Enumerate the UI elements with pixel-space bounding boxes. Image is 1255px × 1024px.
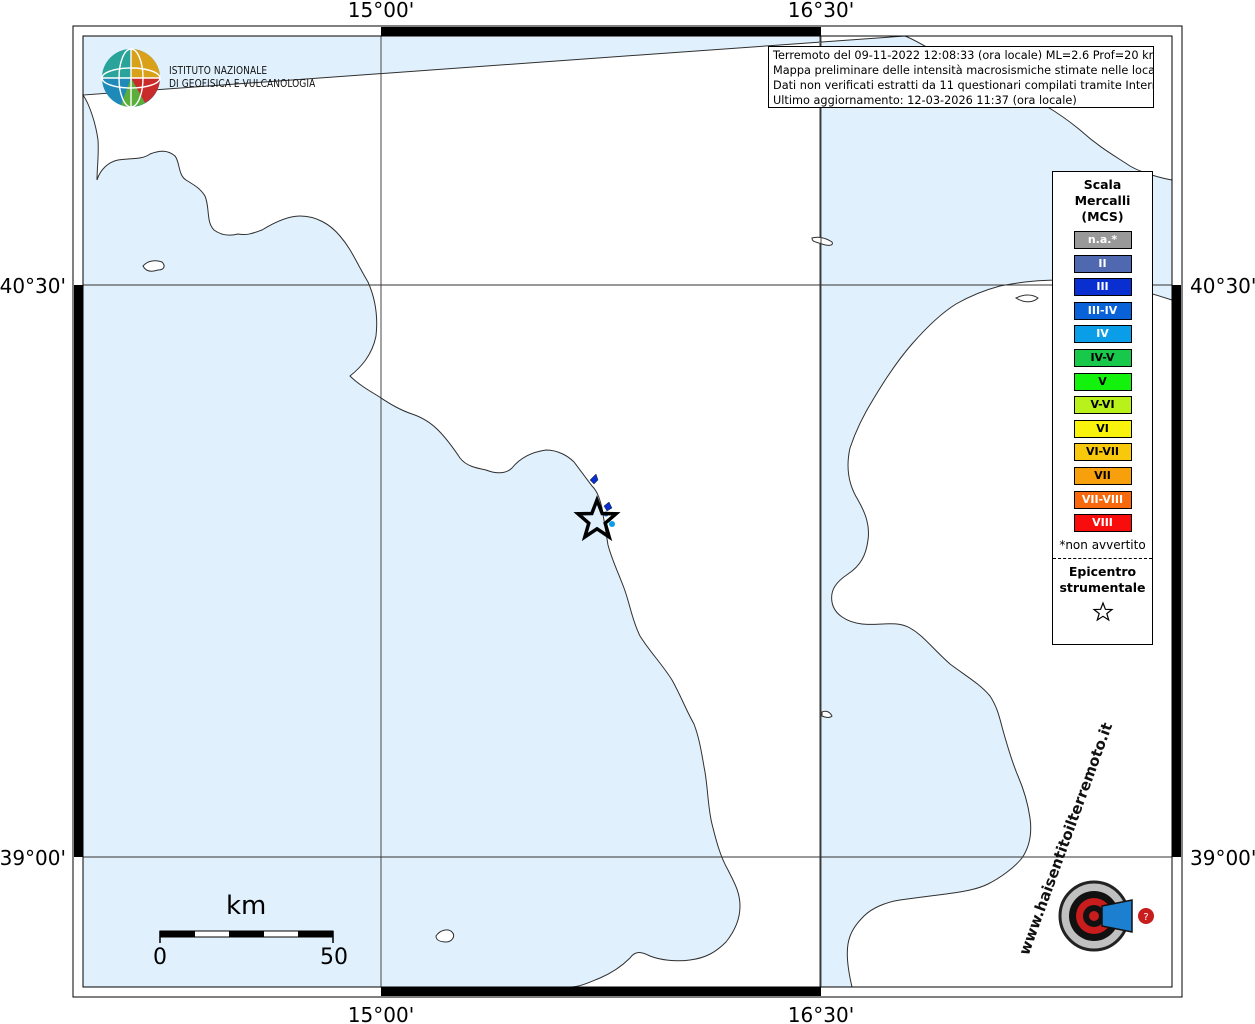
lat-label-right-2: 39°00' [1190, 846, 1255, 870]
legend-items: n.a.* II III III-IV IV IV-V V V-VI VI VI-VII VII VI… [1053, 231, 1152, 533]
legend-item: IV [1073, 325, 1132, 344]
logo-line-2: DI GEOFISICA E VULCANOLOGIA [169, 77, 316, 90]
svg-text:?: ? [1143, 912, 1148, 923]
scale-unit-label: km [226, 891, 267, 921]
scale-max-label: 50 [320, 945, 348, 970]
lat-label-left-2: 39°00' [0, 846, 66, 870]
event-info-box: Terremoto del 09-11-2022 12:08:33 (ora l… [768, 46, 1154, 108]
legend-title: Scala Mercalli (MCS) [1053, 177, 1152, 225]
epicenter-label-line-1: Epicentro [1068, 563, 1137, 579]
ingv-globe-icon [101, 48, 161, 108]
legend-item: IV-V [1073, 348, 1132, 367]
info-line-3: Dati non verificati estratti da 11 quest… [773, 79, 1154, 92]
legend-item: VI [1073, 419, 1132, 438]
lat-label-right-1: 40°30' [1190, 274, 1255, 298]
legend-title-line-3: (MCS) [1081, 209, 1124, 224]
lon-label-top-2: 16°30' [788, 0, 854, 22]
legend-item: V-VI [1073, 396, 1132, 415]
lon-label-top-1: 15°00' [348, 0, 414, 22]
legend-item: III-IV [1073, 301, 1132, 320]
legend-item: III [1073, 278, 1132, 297]
star-outline-icon [1053, 601, 1152, 627]
scale-min-label: 0 [153, 945, 167, 970]
legend-item: II [1073, 254, 1132, 273]
legend-item: V [1073, 372, 1132, 391]
legend-title-line-1: Scala [1083, 177, 1122, 192]
legend-item: VIII [1073, 514, 1132, 533]
logo-line-1: ISTITUTO NAZIONALE [169, 64, 268, 77]
intensity-marker [609, 521, 615, 527]
epicenter-label-line-2: strumentale [1059, 579, 1146, 595]
legend-title-line-2: Mercalli [1074, 193, 1131, 208]
lon-label-bottom-1: 15°00' [348, 1003, 414, 1024]
legend-item: VI-VII [1073, 443, 1132, 462]
info-line-1: Terremoto del 09-11-2022 12:08:33 (ora l… [773, 49, 1154, 62]
legend-item: n.a.* [1073, 231, 1132, 249]
lon-label-bottom-2: 16°30' [788, 1003, 854, 1024]
legend-note: *non avvertito [1059, 537, 1146, 552]
info-line-2: Mappa preliminare delle intensità macros… [773, 64, 1154, 77]
ingv-logo-text: ISTITUTO NAZIONALE DI GEOFISICA E VULCAN… [169, 64, 315, 90]
mcs-legend: Scala Mercalli (MCS) n.a.* II III III-IV IV I… [1052, 171, 1153, 645]
legend-divider [1053, 557, 1152, 559]
info-line-4: Ultimo aggiornamento: 12-03-2026 11:37 (… [773, 94, 1077, 107]
legend-item: VII-VIII [1073, 490, 1132, 509]
legend-epicenter-label: Epicentro strumentale [1053, 564, 1152, 596]
lat-label-left-1: 40°30' [0, 274, 66, 298]
legend-item: VII [1073, 466, 1132, 485]
